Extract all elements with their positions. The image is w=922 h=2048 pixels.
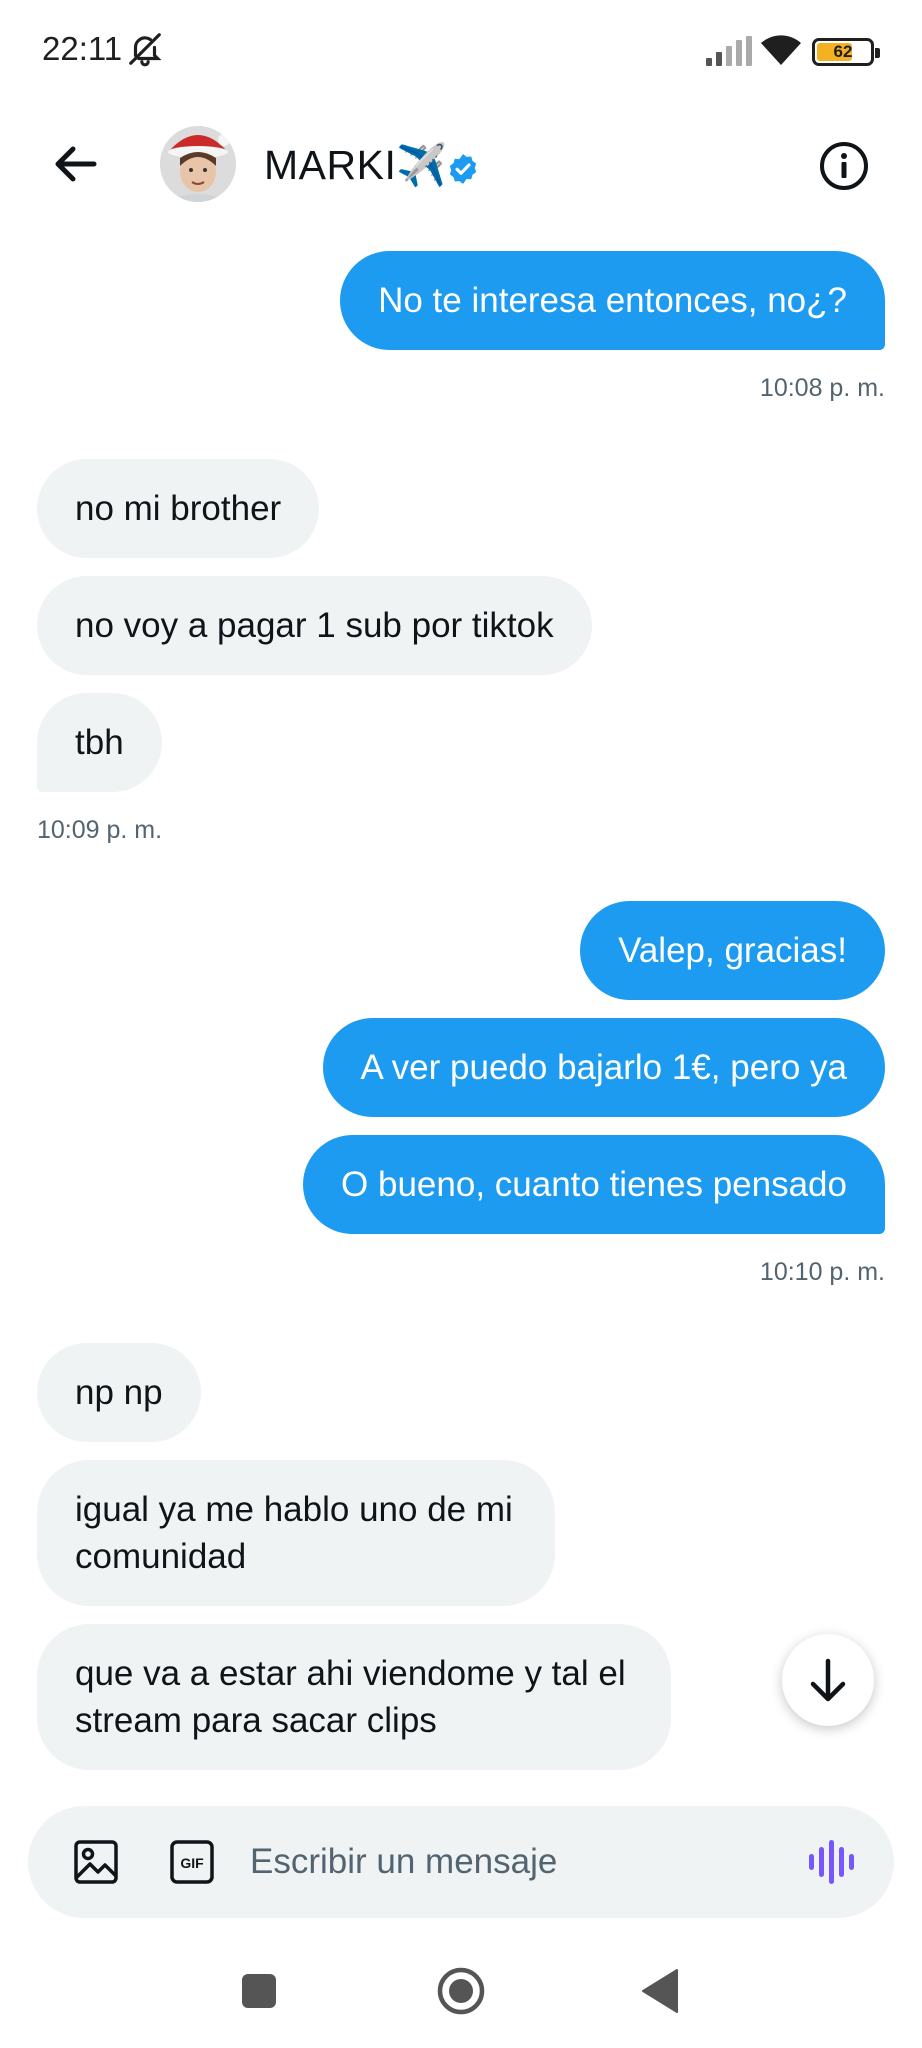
conversation-header: MARKI✈️ [0, 104, 922, 224]
message-bubble-outgoing[interactable]: O bueno, cuanto tienes pensado [303, 1135, 885, 1234]
verified-badge-icon [449, 154, 477, 184]
recents-button[interactable] [242, 1974, 276, 2008]
home-button[interactable] [436, 1966, 486, 2016]
status-bar: 22:11 62 [0, 0, 922, 104]
notifications-muted-icon [129, 33, 162, 67]
contact-name[interactable]: MARKI✈️ [264, 142, 448, 190]
message-bubble-incoming[interactable]: tbh [37, 693, 162, 792]
avatar-image [160, 126, 236, 202]
message-bubble-outgoing[interactable]: Valep, gracias! [580, 901, 885, 1000]
signal-icon [706, 36, 752, 66]
message-bubble-outgoing[interactable]: A ver puedo bajarlo 1€, pero ya [322, 1018, 885, 1117]
message-composer: GIF [28, 1806, 894, 1918]
status-time: 22:11 [42, 30, 123, 67]
scroll-to-bottom-button[interactable] [782, 1634, 874, 1726]
nav-back-button[interactable] [640, 1968, 680, 2014]
message-timestamp: 10:10 p. m. [759, 1258, 885, 1286]
svg-text:GIF: GIF [180, 1855, 204, 1871]
info-icon[interactable] [818, 140, 870, 192]
arrow-down-icon [810, 1658, 846, 1702]
message-bubble-incoming[interactable]: np np [37, 1343, 201, 1442]
message-bubble-outgoing[interactable]: No te interesa entonces, no¿? [340, 251, 885, 350]
message-timestamp: 10:08 p. m. [759, 374, 885, 402]
message-timestamp: 10:09 p. m. [37, 816, 163, 844]
message-bubble-incoming[interactable]: que va a estar ahi viendome y tal el str… [37, 1624, 671, 1770]
message-bubble-incoming[interactable]: no voy a pagar 1 sub por tiktok [37, 576, 592, 675]
battery-level: 62 [833, 42, 853, 61]
arrow-left-icon [55, 146, 97, 182]
message-bubble-incoming[interactable]: no mi brother [37, 459, 320, 558]
message-input[interactable] [250, 1834, 750, 1890]
message-bubble-incoming[interactable]: igual ya me hablo uno de mi comunidad [37, 1460, 555, 1606]
system-navigation-bar [0, 1940, 922, 2048]
battery-icon: 62 [812, 38, 880, 66]
avatar[interactable] [160, 126, 236, 202]
image-icon[interactable] [72, 1838, 120, 1886]
voice-message-icon[interactable] [808, 1840, 854, 1884]
back-button[interactable] [44, 132, 108, 196]
wifi-icon [761, 35, 801, 65]
gif-icon[interactable]: GIF [170, 1840, 214, 1884]
